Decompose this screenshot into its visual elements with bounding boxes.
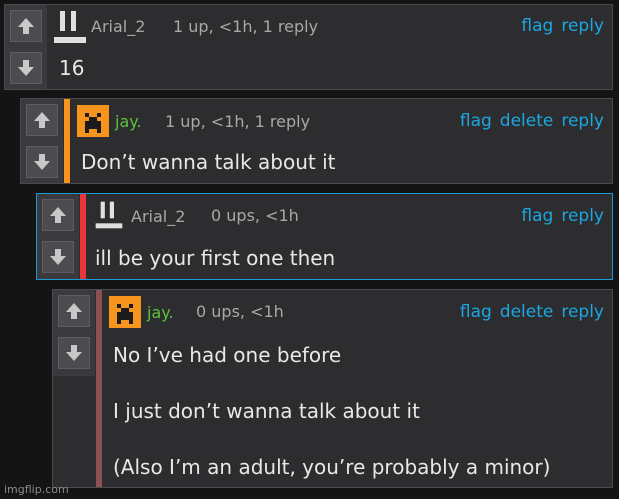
arrow-up-icon bbox=[50, 207, 66, 223]
reply-link[interactable]: reply bbox=[561, 111, 604, 131]
pause-bar-icon bbox=[95, 201, 123, 229]
username[interactable]: jay. bbox=[147, 303, 174, 322]
username[interactable]: Arial_2 bbox=[91, 17, 145, 36]
arrow-up-icon bbox=[34, 112, 50, 128]
username[interactable]: Arial_2 bbox=[131, 207, 185, 226]
comment-actions: flag reply bbox=[513, 16, 604, 36]
comment-meta: 1 up, <1h, 1 reply bbox=[173, 17, 319, 36]
upvote-button[interactable] bbox=[10, 10, 42, 42]
comment-jay-dont-wanna: jay. 1 up, <1h, 1 reply flag delete reply … bbox=[20, 98, 613, 184]
arrow-down-icon bbox=[50, 249, 66, 265]
comment-thread: Arial_2 1 up, <1h, 1 reply flag reply 16 … bbox=[0, 0, 619, 499]
upvote-button[interactable] bbox=[26, 104, 58, 136]
arrow-down-icon bbox=[18, 60, 34, 76]
downvote-button[interactable] bbox=[26, 146, 58, 178]
comment-actions: flag reply bbox=[513, 206, 604, 226]
reply-link[interactable]: reply bbox=[561, 206, 604, 226]
reply-link[interactable]: reply bbox=[561, 302, 604, 322]
flag-link[interactable]: flag bbox=[460, 111, 492, 131]
comment-body-line: I just don’t wanna talk about it bbox=[113, 399, 420, 423]
comment-arial-16: Arial_2 1 up, <1h, 1 reply flag reply 16 bbox=[4, 4, 613, 90]
flag-link[interactable]: flag bbox=[460, 302, 492, 322]
thread-accent-bar bbox=[80, 194, 86, 279]
vote-column bbox=[53, 290, 95, 376]
reply-link[interactable]: reply bbox=[561, 16, 604, 36]
comment-jay-had-one: jay. 0 ups, <1h flag delete reply No I’ve … bbox=[52, 289, 613, 488]
thread-accent-bar bbox=[96, 290, 102, 487]
imgflip-watermark: imgflip.com bbox=[4, 483, 69, 496]
arrow-down-icon bbox=[34, 154, 50, 170]
arrow-down-icon bbox=[66, 345, 82, 361]
username[interactable]: jay. bbox=[115, 112, 142, 131]
arrow-up-icon bbox=[66, 303, 82, 319]
flag-link[interactable]: flag bbox=[521, 16, 553, 36]
vote-column bbox=[21, 99, 63, 183]
comment-actions: flag delete reply bbox=[452, 111, 604, 131]
flag-link[interactable]: flag bbox=[521, 206, 553, 226]
upvote-button[interactable] bbox=[58, 295, 90, 327]
comment-actions: flag delete reply bbox=[452, 302, 604, 322]
upvote-button[interactable] bbox=[42, 199, 74, 231]
pause-bar-icon bbox=[54, 11, 86, 43]
delete-link[interactable]: delete bbox=[500, 111, 554, 131]
downvote-button[interactable] bbox=[42, 241, 74, 273]
downvote-button[interactable] bbox=[58, 337, 90, 369]
comment-body: ill be your first one then bbox=[95, 246, 336, 270]
comment-arial-first-one: Arial_2 0 ups, <1h flag reply ill be your… bbox=[36, 193, 613, 280]
delete-link[interactable]: delete bbox=[500, 302, 554, 322]
comment-body-line: (Also I’m an adult, you’re probably a mi… bbox=[113, 455, 551, 479]
downvote-button[interactable] bbox=[10, 52, 42, 84]
comment-body-line: No I’ve had one before bbox=[113, 343, 342, 367]
comment-meta: 0 ups, <1h bbox=[211, 206, 299, 225]
vote-column bbox=[37, 194, 79, 279]
comment-meta: 0 ups, <1h bbox=[196, 302, 284, 321]
comment-body: 16 bbox=[59, 56, 85, 80]
thread-accent-bar bbox=[64, 99, 70, 183]
vote-column bbox=[5, 5, 47, 89]
orange-pixel-face-icon bbox=[77, 105, 109, 137]
arrow-up-icon bbox=[18, 18, 34, 34]
comment-meta: 1 up, <1h, 1 reply bbox=[165, 112, 311, 131]
comment-body: Don’t wanna talk about it bbox=[81, 150, 336, 174]
orange-pixel-face-icon bbox=[109, 296, 141, 328]
